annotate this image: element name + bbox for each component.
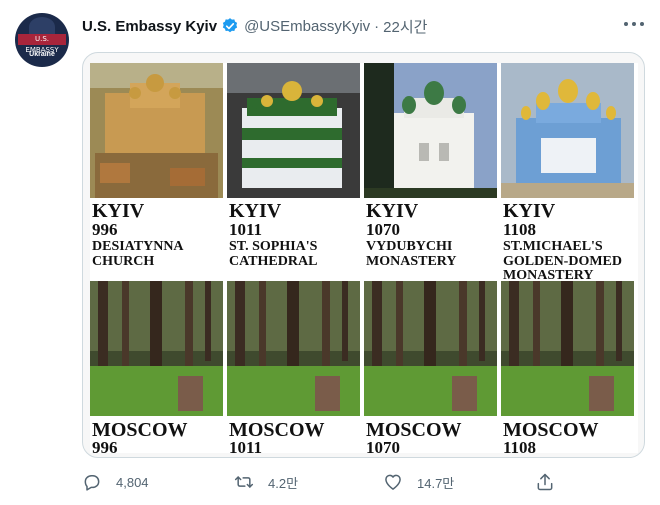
moscow-cell-2: MOSCOW 1011 — [227, 281, 363, 457]
desiatynna-church-photo — [90, 63, 223, 198]
dot — [640, 22, 644, 26]
kyiv-city-3: KYIV — [366, 200, 419, 222]
like-button[interactable]: 14.7만 — [383, 470, 454, 494]
moscow-year-3: 1070 — [366, 438, 400, 457]
kyiv-year-1: 996 — [92, 220, 118, 239]
moscow-cell-3: MOSCOW 1070 — [364, 281, 500, 457]
forest-photo — [501, 281, 634, 416]
kyiv-city-2: KYIV — [229, 200, 282, 222]
tweet-actions: 4,804 4.2만 14.7만 — [82, 470, 562, 494]
kyiv-cell-2: KYIV 1011 ST. SOPHIA'S CATHEDRAL — [227, 63, 363, 273]
kyiv-city-1: KYIV — [92, 200, 145, 222]
kyiv-year-2: 1011 — [229, 220, 263, 239]
st-sophia-cathedral-photo — [227, 63, 360, 198]
comparison-grid: KYIV 996 DESIATYNNA CHURCH KYIV 1011 ST.… — [90, 63, 638, 457]
moscow-city-1: MOSCOW — [92, 419, 188, 441]
account-handle[interactable]: @USEmbassyKyiv — [244, 18, 370, 35]
kyiv-cell-1: KYIV 996 DESIATYNNA CHURCH — [90, 63, 226, 273]
display-name[interactable]: U.S. Embassy Kyiv — [82, 18, 217, 35]
tweet-image[interactable]: KYIV 996 DESIATYNNA CHURCH KYIV 1011 ST.… — [82, 52, 645, 458]
avatar-label: Ukraine — [29, 51, 55, 58]
kyiv-cell-3: KYIV 1070 VYDUBYCHI MONASTERY — [364, 63, 500, 273]
forest-photo — [364, 281, 497, 416]
kyiv-name-2: ST. SOPHIA'S CATHEDRAL — [229, 239, 318, 269]
kyiv-name-3: VYDUBYCHI MONASTERY — [366, 239, 457, 269]
dot — [632, 22, 636, 26]
kyiv-year-4: 1108 — [503, 220, 537, 239]
moscow-year-1: 996 — [92, 438, 118, 457]
tweet-time[interactable]: 22시간 — [383, 16, 427, 37]
moscow-city-3: MOSCOW — [366, 419, 462, 441]
retweet-count: 4.2만 — [268, 475, 299, 491]
moscow-city-4: MOSCOW — [503, 419, 599, 441]
tweet-header: U.S. Embassy Kyiv @USEmbassyKyiv · 22시간 — [82, 15, 427, 37]
forest-photo — [227, 281, 360, 416]
reply-button[interactable]: 4,804 — [82, 470, 149, 494]
reply-count: 4,804 — [116, 474, 149, 490]
verified-badge-icon — [222, 18, 238, 33]
kyiv-city-4: KYIV — [503, 200, 556, 222]
share-icon — [537, 473, 553, 491]
kyiv-name-4: ST.MICHAEL'S GOLDEN-DOMED MONASTERY — [503, 239, 622, 284]
kyiv-cell-4: KYIV 1108 ST.MICHAEL'S GOLDEN-DOMED MONA… — [501, 63, 637, 283]
like-count: 14.7만 — [417, 475, 455, 491]
kyiv-name-1: DESIATYNNA CHURCH — [92, 239, 183, 269]
avatar-banner: U.S. EMBASSY — [18, 34, 66, 54]
moscow-cell-4: MOSCOW 1108 — [501, 281, 637, 457]
share-button[interactable] — [535, 470, 555, 494]
more-options-icon[interactable] — [624, 17, 644, 31]
moscow-cell-1: MOSCOW 996 — [90, 281, 226, 457]
moscow-city-2: MOSCOW — [229, 419, 325, 441]
dot — [624, 22, 628, 26]
st-michaels-monastery-photo — [501, 63, 634, 198]
forest-photo — [90, 281, 223, 416]
kyiv-year-3: 1070 — [366, 220, 400, 239]
retweet-icon — [234, 476, 254, 488]
moscow-year-4: 1108 — [503, 438, 537, 457]
separator-dot: · — [374, 17, 380, 35]
retweet-button[interactable]: 4.2만 — [234, 470, 298, 494]
vydubychi-monastery-photo — [364, 63, 497, 198]
avatar[interactable]: U.S. EMBASSY Ukraine — [15, 13, 69, 67]
reply-icon — [84, 475, 100, 491]
like-icon — [385, 474, 401, 490]
moscow-year-2: 1011 — [229, 438, 263, 457]
